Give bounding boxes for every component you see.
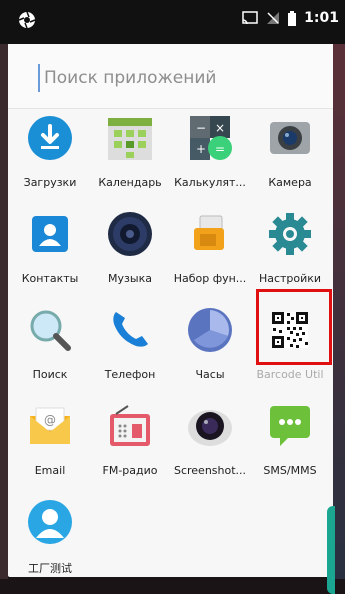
status-time: 1:01 (304, 10, 339, 26)
wallpaper (0, 44, 8, 579)
phone-icon (113, 312, 148, 347)
app-label: Настройки (258, 272, 322, 285)
calculator-icon: − × + = (190, 116, 232, 160)
svg-text:=: = (215, 142, 225, 156)
app-fm-radio[interactable]: FM-радио (90, 402, 170, 477)
calendar-icon (108, 118, 152, 160)
contacts-icon (32, 216, 68, 252)
app-label: Часы (195, 368, 225, 381)
app-label: Загрузки (23, 176, 77, 189)
app-label: Barcode Util (256, 368, 324, 381)
app-calculator[interactable]: − × + = Калькулят... (170, 114, 250, 189)
search-bar (8, 44, 333, 109)
screenshot-icon (188, 410, 232, 446)
download-icon (28, 116, 72, 160)
app-label: Email (34, 464, 66, 477)
app-settings[interactable]: Настройки (250, 210, 330, 285)
email-icon: @ (30, 407, 70, 444)
app-label: Музыка (108, 272, 152, 285)
sim-toolkit-icon (194, 215, 224, 250)
app-camera[interactable]: Камера (250, 114, 330, 189)
app-calendar[interactable]: Календарь (90, 114, 170, 189)
app-label: Набор фун... (173, 272, 247, 285)
app-email[interactable]: @ Email (10, 402, 90, 477)
cast-icon (242, 11, 258, 25)
aperture-icon (18, 11, 36, 29)
svg-text:+: + (196, 142, 206, 156)
status-bar: 1:01 (0, 0, 345, 44)
app-label: 工厂测试 (28, 562, 72, 575)
app-search-input[interactable] (38, 64, 316, 92)
svg-text:−: − (196, 121, 206, 135)
svg-text:×: × (215, 121, 225, 135)
app-downloads[interactable]: Загрузки (10, 114, 90, 189)
app-label: Screenshot... (173, 464, 247, 477)
clock-icon (188, 308, 232, 352)
highlight-box (256, 289, 332, 365)
factory-test-icon (28, 500, 72, 544)
app-music[interactable]: Музыка (90, 210, 170, 285)
music-icon (108, 212, 152, 256)
fm-radio-icon (110, 405, 150, 446)
app-label: Контакты (21, 272, 79, 285)
battery-icon (288, 10, 297, 26)
app-clock[interactable]: Часы (170, 306, 250, 381)
sms-icon (270, 406, 310, 446)
app-sim-toolkit[interactable]: Набор фун... (170, 210, 250, 285)
app-label: Калькулят... (174, 176, 246, 189)
camera-icon (270, 122, 310, 154)
app-label: FM-радио (102, 464, 158, 477)
settings-gear-icon (269, 213, 311, 255)
app-phone[interactable]: Телефон (90, 306, 170, 381)
app-label: Камера (268, 176, 312, 189)
app-screenshot[interactable]: Screenshot... (170, 402, 250, 477)
app-label: Поиск (32, 368, 68, 381)
app-sms-mms[interactable]: SMS/MMS (250, 402, 330, 477)
scroll-edge (327, 506, 335, 594)
app-factory-test[interactable]: 工厂测试 (10, 498, 90, 575)
app-search[interactable]: Поиск (10, 306, 90, 381)
search-magnifier-icon (30, 310, 71, 351)
app-label: Календарь (98, 176, 162, 189)
app-contacts[interactable]: Контакты (10, 210, 90, 285)
app-label: SMS/MMS (263, 464, 317, 477)
app-label: Телефон (104, 368, 156, 381)
svg-text:@: @ (44, 413, 56, 427)
no-signal-icon (267, 12, 280, 24)
